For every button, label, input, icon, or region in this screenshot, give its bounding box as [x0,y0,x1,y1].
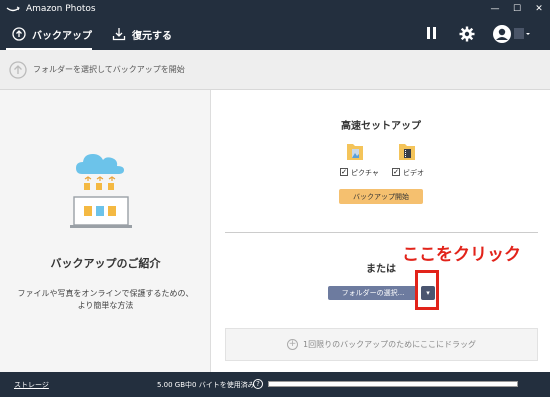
tab-restore-label: 復元する [132,30,172,42]
window-controls: — ☐ ✕ [484,0,550,18]
pictures-folder-icon [346,140,364,162]
status-bar: ストレージ 5.00 GB中0 バイトを使用済み ? [0,372,550,397]
intro-description: ファイルや写真をオンラインで保護するための、 より簡単な方法 [0,288,211,312]
backup-intro-panel: バックアップのご紹介 ファイルや写真をオンラインで保護するための、 より簡単な方… [0,90,211,372]
quick-setup-title: 高速セットアップ [341,121,421,132]
cloud-backup-illustration-icon [70,150,140,230]
highlight-box [415,270,439,310]
upload-circle-icon [12,27,26,41]
info-text: フォルダーを選択してバックアップを開始 [33,65,185,74]
tab-restore[interactable]: 復元する [106,18,172,50]
pictures-checkbox[interactable]: ✓ [340,168,348,176]
storage-usage-text: 5.00 GB中0 バイトを使用済み [157,381,255,389]
storage-link[interactable]: ストレージ [14,380,49,390]
close-button[interactable]: ✕ [528,0,550,18]
videos-option[interactable]: ✓ ビデオ [392,140,432,180]
download-icon [112,27,126,41]
backup-setup-panel: 高速セットアップ ✓ ピクチャ ✓ ビデオ バックアップ開始 ここをクリック ま… [212,90,550,372]
minimize-button[interactable]: — [484,0,506,18]
divider [225,232,538,233]
select-folder-button[interactable]: フォルダーの選択... [328,286,418,300]
drop-zone-text: 1回限りのバックアップのためにここにドラッグ [303,340,476,349]
intro-title: バックアップのご紹介 [50,257,161,270]
amazon-smile-icon [6,5,20,13]
videos-checkbox[interactable]: ✓ [392,168,400,176]
upload-arrow-icon [9,60,27,79]
tab-backup-label: バックアップ [32,30,92,42]
tab-backup[interactable]: バックアップ [6,18,92,50]
account-menu-button[interactable] [492,24,532,44]
user-avatar-icon [493,25,530,43]
info-bar: フォルダーを選択してバックアップを開始 [0,50,550,90]
intro-description-line2: より簡単な方法 [77,301,134,310]
pause-icon[interactable] [424,27,438,41]
window-title: Amazon Photos [26,4,96,14]
plus-circle-icon: + [287,339,299,350]
or-label: または [366,264,396,275]
gear-icon[interactable] [459,26,475,42]
storage-usage-bar [268,381,518,387]
title-bar: Amazon Photos — ☐ ✕ [0,0,550,18]
help-icon[interactable]: ? [253,379,263,389]
videos-folder-icon [398,140,416,162]
nav-bar: バックアップ 復元する [0,18,550,50]
intro-description-line1: ファイルや写真をオンラインで保護するための、 [17,289,194,298]
videos-label: ビデオ [403,169,424,177]
maximize-button[interactable]: ☐ [506,0,528,18]
pictures-option[interactable]: ✓ ピクチャ [340,140,380,180]
pictures-label: ピクチャ [351,169,379,177]
start-backup-button[interactable]: バックアップ開始 [339,189,423,204]
drag-drop-zone[interactable]: + 1回限りのバックアップのためにここにドラッグ [225,328,538,361]
